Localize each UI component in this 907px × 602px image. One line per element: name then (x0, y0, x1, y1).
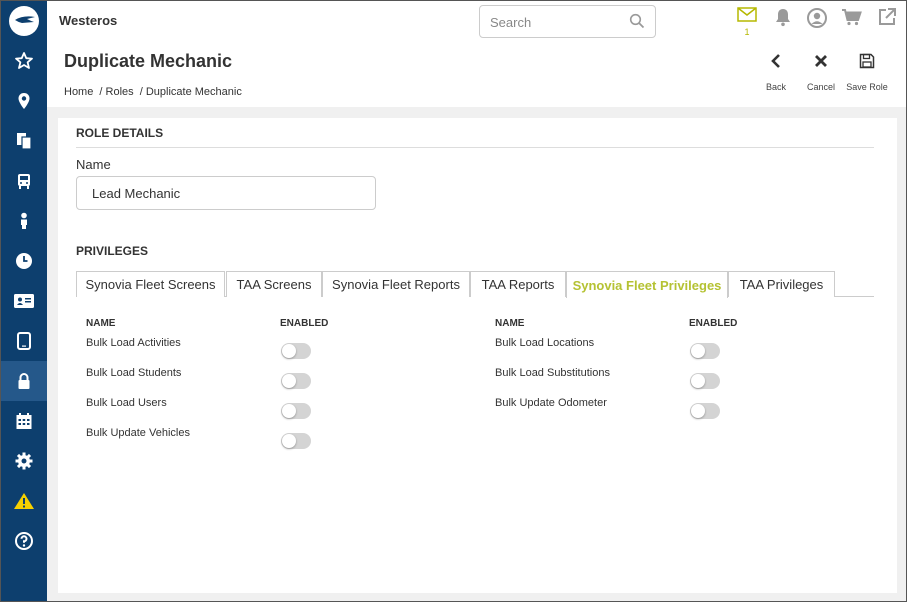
chevron-left-icon (771, 54, 780, 68)
user-circle-icon (807, 8, 827, 28)
toggle-knob (691, 404, 705, 418)
role-name-input[interactable] (76, 176, 376, 210)
privilege-name: Bulk Load Substitutions (495, 367, 610, 379)
toggle-knob (282, 404, 296, 418)
breadcrumb-roles[interactable]: / Roles (99, 86, 133, 98)
privilege-toggle[interactable] (690, 343, 720, 359)
privilege-toggle[interactable] (281, 343, 311, 359)
clock-icon (16, 253, 32, 269)
id-card-icon (14, 294, 34, 308)
mail-count-badge: 1 (744, 27, 750, 37)
privileges-heading: PRIVILEGES (76, 244, 149, 258)
privilege-name: Bulk Update Odometer (495, 397, 607, 409)
external-link-icon (879, 8, 896, 25)
top-bar: Westeros 1 (47, 1, 906, 41)
privilege-name: Bulk Load Activities (86, 337, 181, 349)
cart-button[interactable] (840, 7, 864, 33)
toggle-knob (691, 374, 705, 388)
save-role-button[interactable]: Save Role (842, 53, 892, 92)
documents-icon (17, 133, 32, 150)
star-icon (15, 52, 33, 69)
sidebar-item-vehicles[interactable] (1, 161, 47, 201)
mail-icon (737, 7, 757, 22)
bus-icon (18, 174, 30, 189)
profile-button[interactable] (805, 7, 829, 33)
tablet-icon (17, 332, 31, 350)
section-divider (76, 147, 874, 148)
calendar-icon (16, 413, 32, 429)
breadcrumb-home[interactable]: Home (64, 86, 93, 98)
left-name-header: NAME (86, 318, 116, 329)
sidebar-item-people[interactable] (1, 201, 47, 241)
sidebar-item-history[interactable] (1, 241, 47, 281)
toggle-knob (282, 434, 296, 448)
tab-synovia-fleet-privileges[interactable]: Synovia Fleet Privileges (566, 271, 728, 298)
privileges-tabs: Synovia Fleet Screens TAA Screens Synovi… (76, 271, 874, 298)
page-title: Duplicate Mechanic (64, 51, 233, 71)
cancel-label: Cancel (806, 82, 835, 92)
back-button[interactable]: Back (751, 53, 801, 92)
role-form-card: ROLE DETAILS Name PRIVILEGES Synovia Fle… (58, 118, 897, 593)
logo[interactable] (9, 6, 39, 36)
person-icon (21, 212, 27, 229)
role-details-heading: ROLE DETAILS (76, 126, 164, 140)
cancel-button[interactable]: Cancel (796, 53, 846, 92)
save-role-label: Save Role (846, 82, 888, 92)
privilege-toggle[interactable] (690, 373, 720, 389)
bell-icon (776, 9, 790, 27)
sidebar-item-security[interactable] (1, 361, 47, 401)
privilege-toggle[interactable] (690, 403, 720, 419)
name-label: Name (76, 157, 111, 172)
left-enabled-header: ENABLED (280, 318, 329, 329)
back-label: Back (765, 82, 786, 92)
search-input[interactable] (490, 13, 620, 31)
sidebar-item-contacts[interactable] (1, 281, 47, 321)
toggle-knob (282, 374, 296, 388)
app-title: Westeros (59, 13, 118, 28)
sidebar-item-alerts[interactable] (1, 481, 47, 521)
external-link-button[interactable] (875, 7, 899, 33)
tab-taa-screens[interactable]: TAA Screens (226, 271, 322, 297)
privilege-toggle[interactable] (281, 373, 311, 389)
gear-icon (15, 452, 33, 470)
save-icon (859, 53, 875, 69)
privilege-toggle[interactable] (281, 433, 311, 449)
logo-icon (15, 16, 35, 23)
sidebar-item-documents[interactable] (1, 121, 47, 161)
sidebar-item-favorites[interactable] (1, 41, 47, 81)
sidebar-item-locations[interactable] (1, 81, 47, 121)
right-enabled-header: ENABLED (689, 318, 738, 329)
app-window: Westeros 1 Duplicate Mechanic Home / Rol… (0, 0, 907, 602)
search-icon[interactable] (629, 13, 645, 29)
search-box[interactable] (479, 5, 656, 38)
privilege-name: Bulk Load Users (86, 397, 167, 409)
sidebar-item-devices[interactable] (1, 321, 47, 361)
sidebar-item-settings[interactable] (1, 441, 47, 481)
privilege-toggle[interactable] (281, 403, 311, 419)
close-icon (815, 55, 827, 67)
toggle-knob (282, 344, 296, 358)
sidebar-item-calendar[interactable] (1, 401, 47, 441)
sidebar (1, 1, 47, 601)
warning-icon (14, 493, 34, 509)
privilege-name: Bulk Load Locations (495, 337, 595, 349)
cart-icon (842, 9, 862, 26)
notifications-button[interactable] (771, 7, 795, 33)
page-header: Duplicate Mechanic Home / Roles / Duplic… (47, 41, 906, 107)
tab-taa-reports[interactable]: TAA Reports (470, 271, 566, 297)
mail-button[interactable]: 1 (735, 7, 759, 37)
lock-icon (18, 373, 30, 389)
tab-synovia-fleet-screens[interactable]: Synovia Fleet Screens (76, 271, 225, 297)
tab-synovia-fleet-reports[interactable]: Synovia Fleet Reports (322, 271, 470, 297)
location-pin-icon (18, 93, 30, 109)
help-icon (15, 532, 33, 550)
breadcrumb-current: / Duplicate Mechanic (139, 86, 242, 98)
sidebar-item-help[interactable] (1, 521, 47, 561)
privilege-name: Bulk Load Students (86, 367, 182, 379)
right-name-header: NAME (495, 318, 525, 329)
toggle-knob (691, 344, 705, 358)
breadcrumb: Home / Roles / Duplicate Mechanic (64, 86, 245, 98)
tab-taa-privileges[interactable]: TAA Privileges (728, 271, 835, 297)
privilege-name: Bulk Update Vehicles (86, 427, 190, 439)
